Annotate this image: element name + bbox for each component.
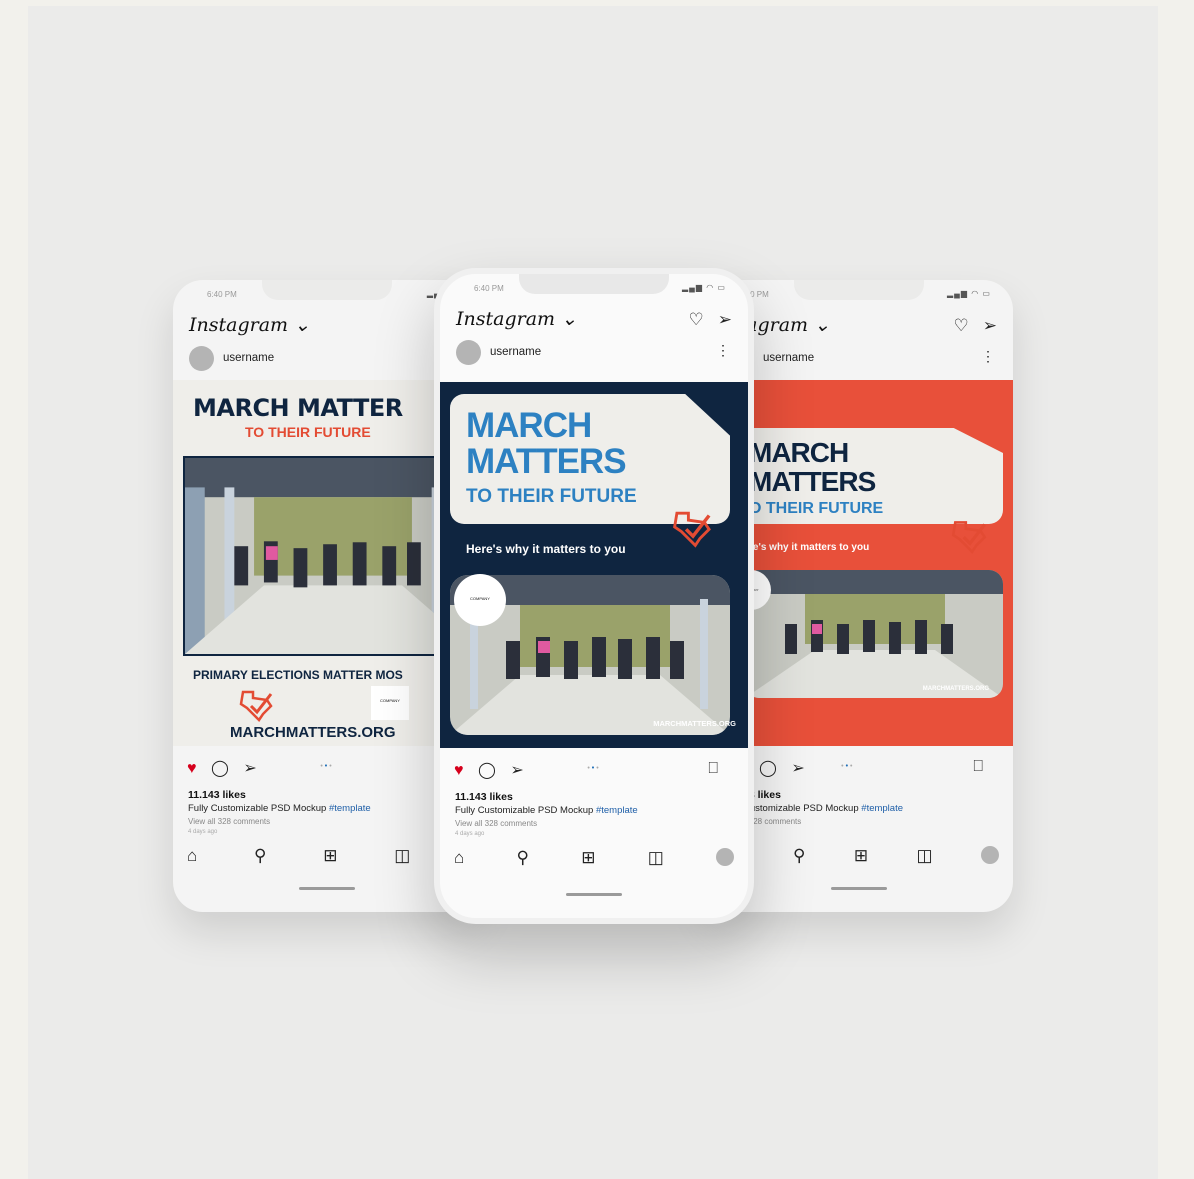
tab-bar: ⌂ ⚲ ⊞ ◫	[187, 846, 467, 870]
home-indicator	[566, 893, 622, 896]
home-icon[interactable]: ⌂	[454, 848, 464, 872]
caption: Fully Customizable PSD Mockup #template	[455, 805, 638, 816]
texas-check-icon	[673, 511, 711, 548]
post-meta: 11.143 likes Fully Customizable PSD Mock…	[455, 791, 738, 837]
company-logo: COMPANY	[454, 574, 506, 626]
ig-header: Instagram ⌄ ♡ ➢	[709, 312, 997, 340]
status-time: 6:40 PM	[474, 284, 504, 293]
post-actions: ◯ ➢ ••• ⎕	[719, 758, 999, 778]
heart-icon[interactable]: ♥	[454, 762, 464, 779]
signal-icon: ▂▄▆ ◠ ▭	[682, 283, 726, 292]
home-icon[interactable]: ⌂	[187, 846, 197, 870]
profile-avatar[interactable]	[980, 846, 999, 864]
caption: Fully Customizable PSD Mockup #template	[188, 803, 371, 814]
post-user-row: username ⋮	[456, 340, 732, 366]
add-icon[interactable]: ⊞	[323, 846, 337, 870]
home-indicator	[299, 887, 355, 890]
instagram-logo[interactable]: Instagram ⌄	[189, 314, 310, 336]
post-subhead: TO THEIR FUTURE	[466, 486, 637, 507]
signal-icon: ▂▄▆ ◠ ▭	[947, 289, 991, 298]
phone-center: 6:40 PM ▂▄▆ ◠ ▭ Instagram ⌄ ♡ ➢ username …	[434, 268, 754, 924]
shop-icon[interactable]: ◫	[648, 848, 664, 872]
post-actions: ♥ ◯ ➢ •••	[187, 758, 467, 778]
more-icon[interactable]: ⋮	[716, 342, 730, 359]
view-comments-link[interactable]: View all 328 comments	[188, 817, 471, 826]
post-headline: MARCH MATTER	[193, 394, 403, 422]
post-actions: ♥ ◯ ➢ ••• ⎕	[454, 760, 734, 780]
post-image[interactable]: MARCH MATTERS TO THEIR FUTURE Here's why …	[440, 382, 748, 748]
post-timestamp: ago	[743, 829, 1003, 835]
avatar[interactable]	[189, 346, 214, 371]
texas-check-icon	[239, 690, 273, 722]
share-icon[interactable]: ➢	[718, 310, 732, 329]
like-count[interactable]: 11.143 likes	[188, 789, 471, 801]
comment-icon[interactable]: ◯	[478, 762, 496, 779]
ig-header: Instagram ⌄ ♡	[189, 312, 465, 340]
username[interactable]: username	[763, 352, 814, 364]
hashtag-link[interactable]: #template	[596, 805, 638, 816]
post-url: MARCHMATTERS.ORG	[922, 686, 989, 692]
post-user-row: username ⋮	[721, 346, 997, 372]
post-meta: 11.143 likes Fully Customizable PSD Mock…	[188, 789, 471, 835]
add-icon[interactable]: ⊞	[581, 848, 595, 872]
company-logo: COMPANY	[371, 686, 409, 720]
shop-icon[interactable]: ◫	[917, 846, 933, 870]
bookmark-icon[interactable]: ⎕	[973, 758, 983, 776]
comment-icon[interactable]: ◯	[211, 760, 229, 777]
hashtag-link[interactable]: #template	[329, 803, 371, 814]
add-icon[interactable]: ⊞	[854, 846, 868, 870]
post-meta: 43 likes Customizable PSD Mockup #templa…	[743, 789, 1003, 835]
share-icon[interactable]: ➢	[983, 316, 997, 335]
share-icon[interactable]: ➢	[510, 762, 523, 779]
profile-avatar[interactable]	[715, 848, 734, 866]
like-count[interactable]: 43 likes	[743, 789, 1003, 801]
post-url: MARCHMATTERS.ORG	[230, 724, 396, 741]
shop-icon[interactable]: ◫	[394, 846, 410, 870]
post-subhead: O THEIR FUTURE	[749, 500, 884, 517]
like-count[interactable]: 11.143 likes	[455, 791, 738, 803]
search-icon[interactable]: ⚲	[517, 848, 529, 872]
username[interactable]: username	[223, 352, 274, 364]
post-footer-text: PRIMARY ELECTIONS MATTER MOS	[193, 668, 403, 682]
home-indicator	[831, 887, 887, 890]
bookmark-icon[interactable]: ⎕	[708, 760, 718, 778]
avatar[interactable]	[456, 340, 481, 365]
carousel-dots: •••	[320, 763, 334, 770]
search-icon[interactable]: ⚲	[793, 846, 805, 870]
view-comments-link[interactable]: ll 328 comments	[743, 817, 1003, 826]
post-url: MARCHMATTERS.ORG	[653, 719, 736, 728]
username[interactable]: username	[490, 346, 541, 358]
carousel-dots: •••	[587, 765, 601, 772]
post-tagline: re's why it matters to you	[749, 542, 870, 553]
post-subhead: TO THEIR FUTURE	[245, 424, 371, 440]
heart-icon[interactable]: ♡	[689, 310, 704, 329]
view-comments-link[interactable]: View all 328 comments	[455, 819, 738, 828]
post-timestamp: 4 days ago	[455, 831, 485, 837]
status-time: 6:40 PM	[207, 290, 237, 299]
post-headline: MARCH MATTERS	[466, 406, 627, 481]
carousel-dots: •••	[841, 763, 855, 770]
hashtag-link[interactable]: #template	[861, 803, 903, 814]
tab-bar: ⌂ ⚲ ⊞ ◫	[454, 848, 734, 872]
tab-bar: ⚲ ⊞ ◫	[793, 846, 999, 870]
share-icon[interactable]: ➢	[791, 760, 804, 777]
heart-icon[interactable]: ♡	[954, 316, 969, 335]
post-tagline: Here's why it matters to you	[466, 542, 626, 556]
post-user-row: username	[189, 346, 465, 372]
status-bar: 6:40 PM ▂▄▆ ◠ ▭	[440, 282, 748, 302]
post-headline: MARCH MATTERS	[749, 437, 876, 497]
search-icon[interactable]: ⚲	[254, 846, 266, 870]
kids-photo	[745, 570, 1003, 698]
heart-icon[interactable]: ♥	[187, 760, 197, 777]
comment-icon[interactable]: ◯	[759, 760, 777, 777]
post-timestamp: 4 days ago	[188, 829, 218, 835]
texas-check-icon	[951, 521, 987, 554]
more-icon[interactable]: ⋮	[981, 348, 995, 365]
instagram-logo[interactable]: Instagram ⌄	[456, 308, 577, 330]
caption: Customizable PSD Mockup #template	[743, 803, 904, 814]
share-icon[interactable]: ➢	[243, 760, 256, 777]
ig-header: Instagram ⌄ ♡ ➢	[456, 306, 732, 334]
